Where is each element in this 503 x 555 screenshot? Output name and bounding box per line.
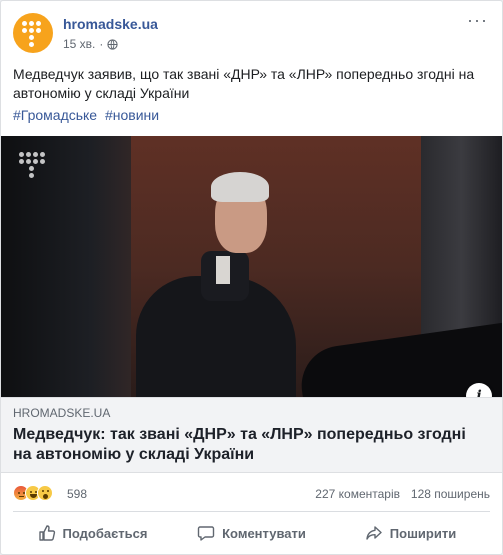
post-meta: 15 хв. · bbox=[63, 37, 119, 51]
shares-count[interactable]: 128 поширень bbox=[411, 487, 490, 501]
comment-icon bbox=[197, 526, 215, 541]
share-button[interactable]: Поширити bbox=[331, 515, 490, 551]
more-options-icon[interactable]: ··· bbox=[467, 11, 488, 29]
link-domain: HROMADSKE.UA bbox=[13, 406, 111, 420]
share-label: Поширити bbox=[389, 525, 457, 541]
comment-button[interactable]: Коментувати bbox=[172, 515, 331, 551]
action-bar: Подобається Коментувати Поширити bbox=[13, 515, 490, 551]
link-preview-image[interactable] bbox=[1, 136, 502, 397]
divider bbox=[13, 511, 490, 512]
post-text: Медведчук заявив, що так звані «ДНР» та … bbox=[13, 66, 475, 101]
reactions-bar: 598 227 коментарів 128 поширень bbox=[13, 483, 490, 503]
thumbs-up-icon bbox=[38, 525, 55, 541]
link-title[interactable]: Медведчук: так звані «ДНР» та «ЛНР» попе… bbox=[13, 425, 472, 465]
comments-count[interactable]: 227 коментарів bbox=[315, 487, 400, 501]
post-time[interactable]: 15 хв. bbox=[63, 37, 95, 51]
hashtag-link[interactable]: #новини bbox=[105, 107, 159, 123]
post-card: hromadske.ua 15 хв. · ··· Медведчук заяв… bbox=[0, 0, 503, 555]
page-name-link[interactable]: hromadske.ua bbox=[63, 16, 158, 32]
link-preview[interactable]: HROMADSKE.UA Медведчук: так звані «ДНР» … bbox=[1, 397, 502, 473]
comment-label: Коментувати bbox=[222, 525, 306, 541]
hashtags: #Громадське #новини bbox=[13, 107, 163, 123]
post-header: hromadske.ua 15 хв. · ··· bbox=[13, 11, 490, 55]
share-icon bbox=[366, 526, 382, 540]
hromadske-logo-icon bbox=[19, 152, 49, 184]
hashtag-link[interactable]: #Громадське bbox=[13, 107, 97, 123]
reaction-count[interactable]: 598 bbox=[67, 487, 87, 501]
page-avatar[interactable] bbox=[13, 13, 53, 53]
like-button[interactable]: Подобається bbox=[13, 515, 172, 551]
globe-icon bbox=[107, 38, 119, 50]
reaction-icons[interactable] bbox=[13, 485, 63, 503]
like-label: Подобається bbox=[62, 525, 148, 541]
meta-separator: · bbox=[99, 37, 104, 51]
wow-reaction-icon bbox=[37, 485, 53, 501]
